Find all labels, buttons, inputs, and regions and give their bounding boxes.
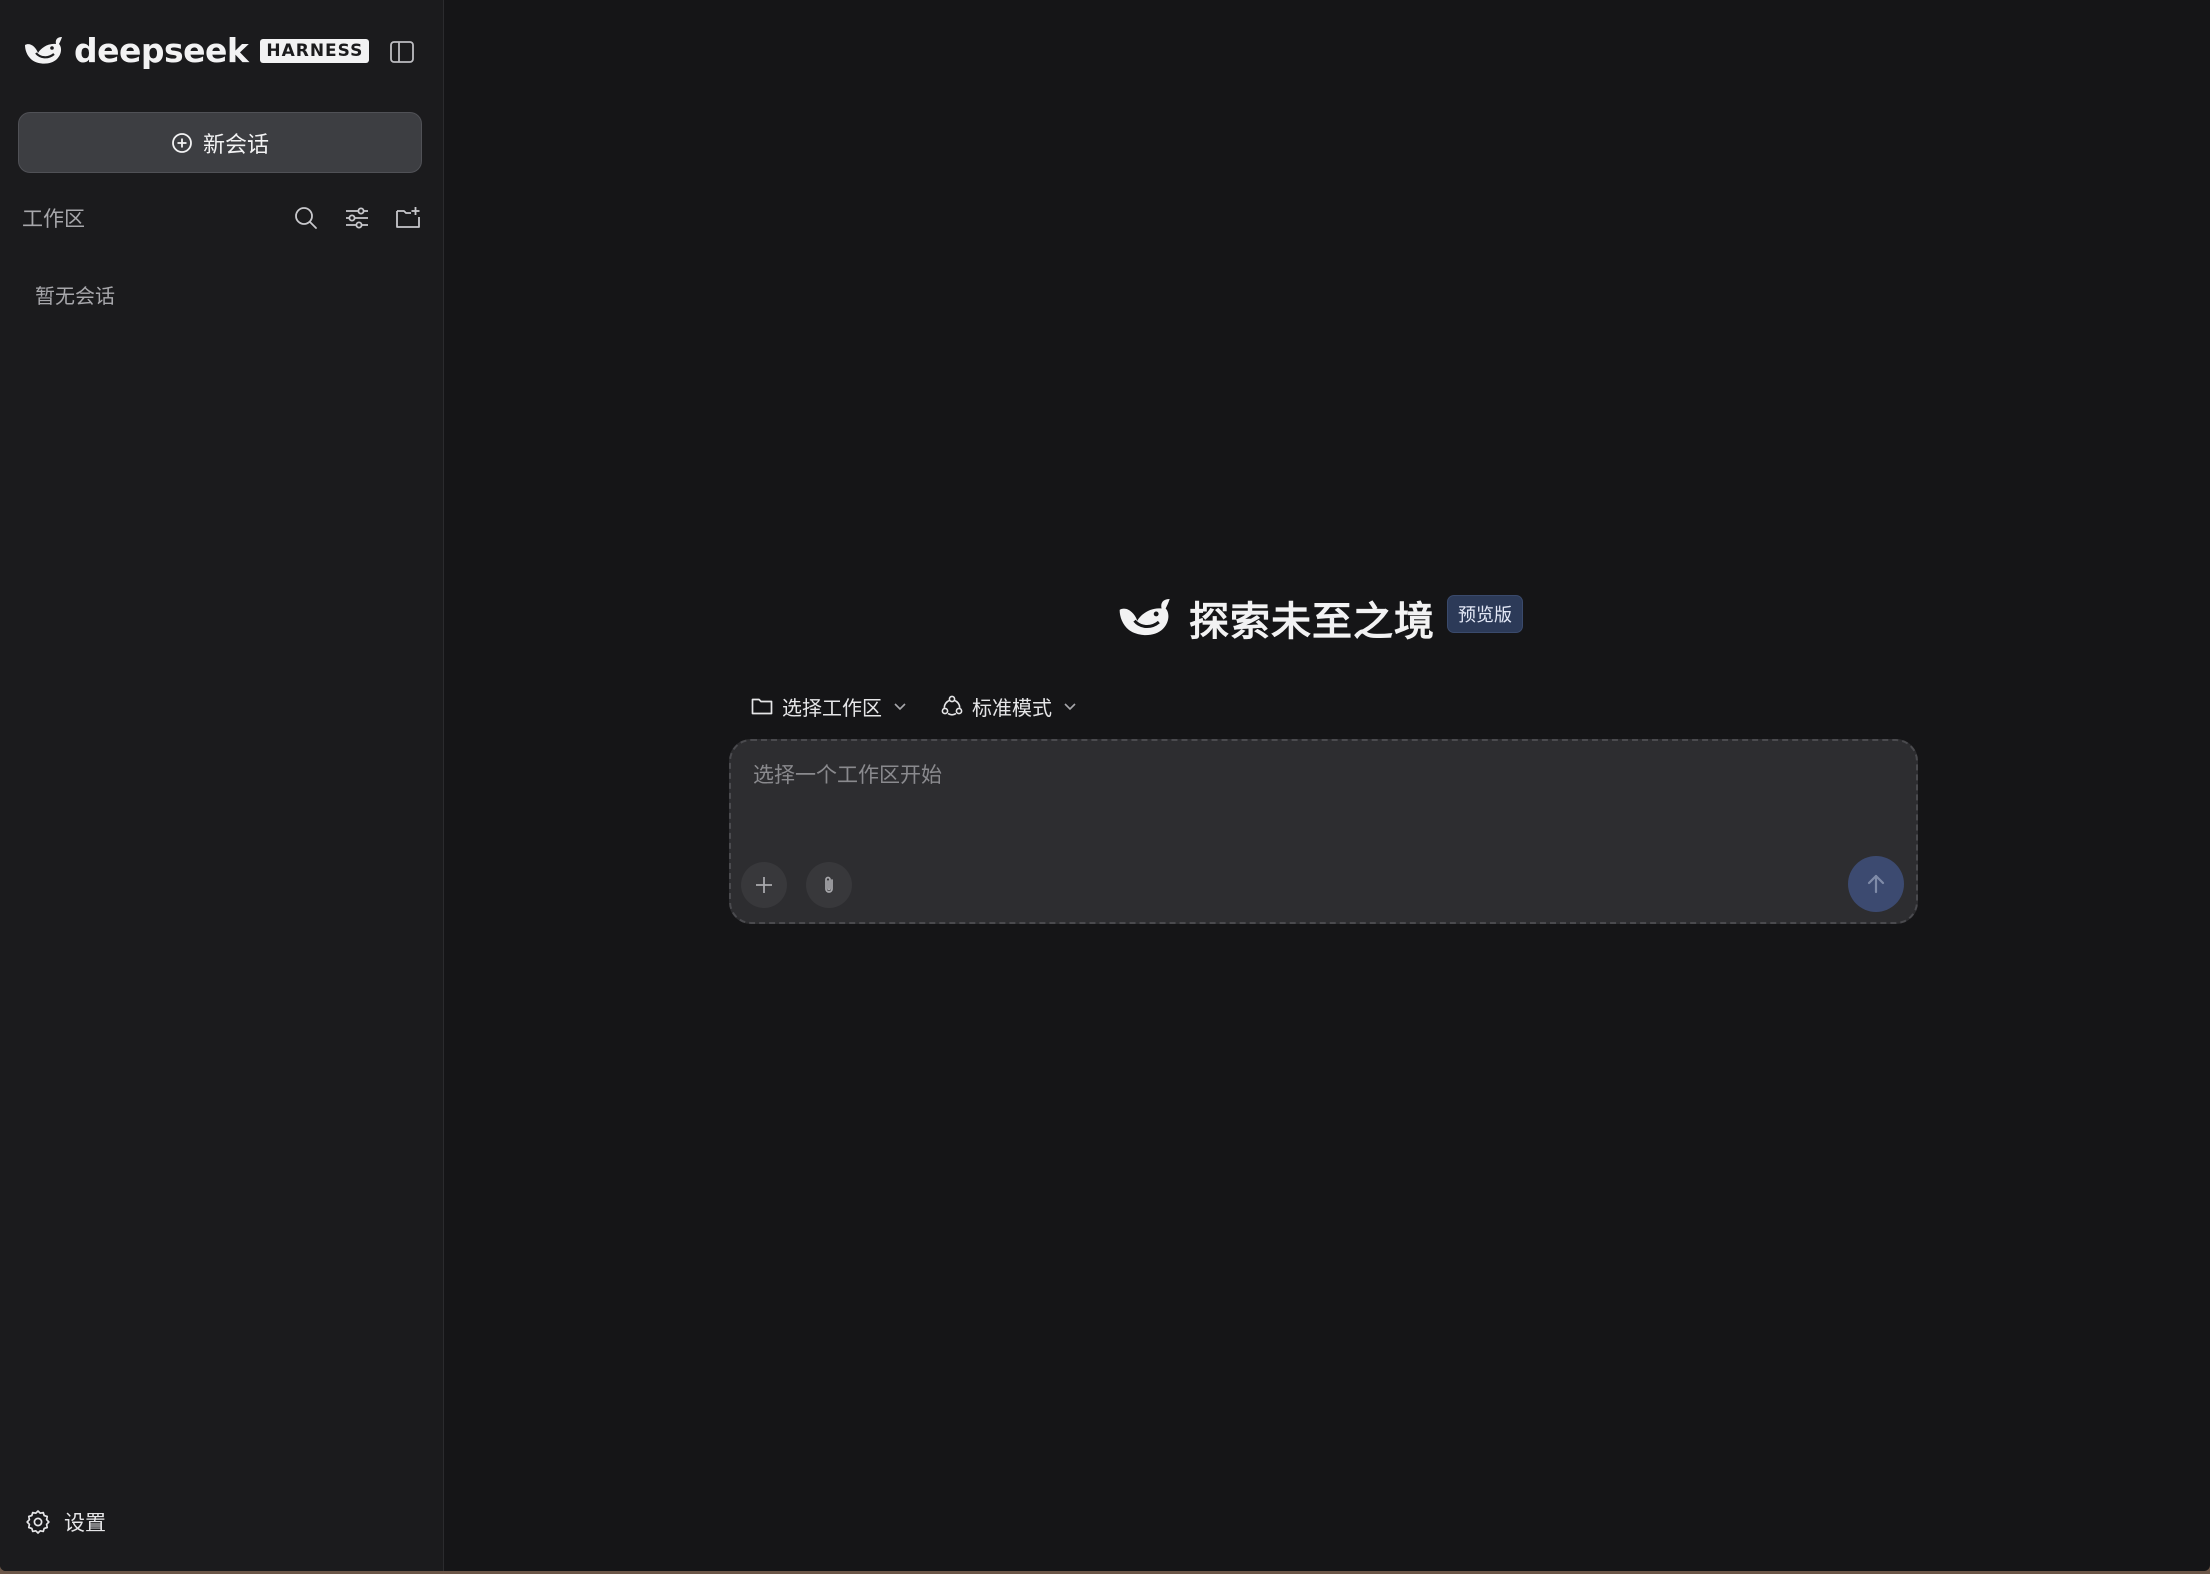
brand-name: deepseek <box>74 31 249 70</box>
mode-select[interactable]: 标准模式 <box>940 692 1078 721</box>
arrow-up-icon <box>1867 874 1885 894</box>
workspace-header: 工作区 <box>22 200 422 236</box>
new-chat-button[interactable]: 新会话 <box>18 112 422 173</box>
settings-label: 设置 <box>64 1511 106 1535</box>
mode-select-label: 标准模式 <box>972 695 1052 720</box>
workspace-select-label: 选择工作区 <box>782 695 882 720</box>
hero-heading: 探索未至之境 预览版 <box>1115 590 1523 646</box>
new-chat-label: 新会话 <box>202 132 269 158</box>
whale-logo-icon <box>25 37 62 64</box>
new-folder-icon[interactable] <box>394 204 422 232</box>
attach-button[interactable] <box>806 862 852 908</box>
chevron-down-icon <box>1064 703 1076 711</box>
filter-sliders-icon[interactable] <box>343 204 371 232</box>
hero-title: 探索未至之境 <box>1189 599 1435 645</box>
message-composer <box>729 739 1918 924</box>
message-input[interactable] <box>753 763 1853 787</box>
mode-cycle-icon <box>941 695 963 716</box>
main-panel: 探索未至之境 预览版 选择工作区 标准模式 选择一个工作区开始 <box>445 0 2210 1571</box>
preview-badge: 预览版 <box>1447 595 1523 633</box>
workspace-title: 工作区 <box>22 207 85 231</box>
brand-logo: deepseek HARNESS <box>22 30 370 72</box>
sidebar-toggle-icon[interactable] <box>388 38 416 66</box>
plus-icon <box>756 877 772 893</box>
settings-button[interactable]: 设置 <box>24 1507 106 1537</box>
send-button[interactable] <box>1848 856 1904 912</box>
empty-conversations-text: 暂无会话 <box>35 284 115 308</box>
composer-controls: 选择工作区 标准模式 <box>750 690 1110 722</box>
whale-logo-icon <box>1119 599 1170 636</box>
chevron-down-icon <box>894 703 906 711</box>
paperclip-icon <box>825 876 833 893</box>
folder-icon <box>751 698 773 715</box>
search-icon[interactable] <box>292 204 320 232</box>
app-window: deepseek HARNESS 新会话 工作区 暂无会话 设置 探索未至之境 … <box>0 0 2210 1571</box>
add-button[interactable] <box>741 862 787 908</box>
plus-circle-icon <box>172 132 192 153</box>
sidebar: deepseek HARNESS 新会话 工作区 暂无会话 设置 <box>0 0 444 1571</box>
gear-icon <box>26 1510 50 1534</box>
brand-tag: HARNESS <box>260 39 370 63</box>
workspace-select[interactable]: 选择工作区 <box>750 692 908 721</box>
